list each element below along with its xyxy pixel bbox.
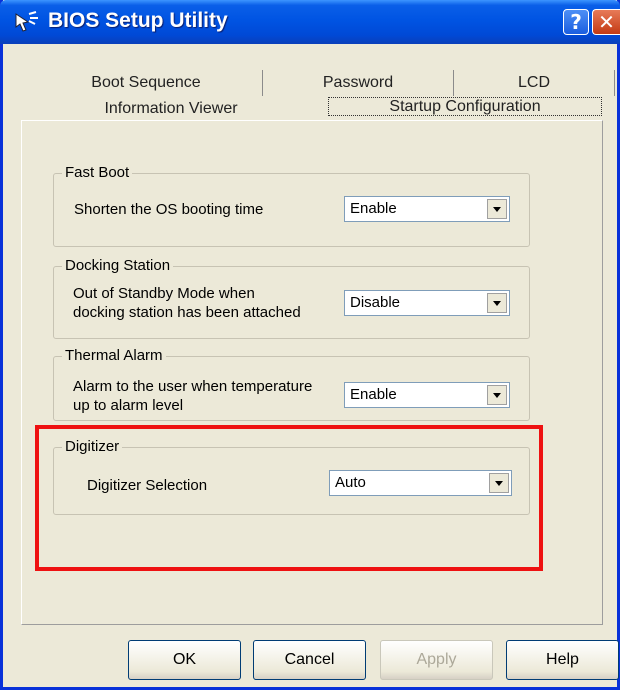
- pointer-icon: [14, 10, 40, 34]
- chevron-down-icon[interactable]: [487, 293, 507, 313]
- tab-startup-configuration-label: Startup Configuration: [328, 97, 602, 116]
- title-bar[interactable]: BIOS Setup Utility ? ✕: [0, 0, 620, 44]
- tab-password[interactable]: Password: [263, 70, 454, 96]
- tab-boot-sequence[interactable]: Boot Sequence: [30, 70, 263, 96]
- help-button[interactable]: Help: [506, 640, 619, 680]
- bios-dialog: BIOS Setup Utility ? ✕ Boot Sequence Pas…: [0, 0, 620, 690]
- thermal-label-line2: up to alarm level: [73, 397, 184, 414]
- tab-information-viewer[interactable]: Information Viewer: [30, 96, 312, 122]
- tab-startup-configuration[interactable]: Startup Configuration: [316, 96, 614, 120]
- chevron-down-icon[interactable]: [487, 199, 507, 219]
- fast-boot-select[interactable]: Enable: [344, 196, 510, 222]
- question-icon[interactable]: ?: [563, 9, 589, 35]
- thermal-alarm-title: Thermal Alarm: [62, 347, 166, 365]
- cancel-button[interactable]: Cancel: [253, 640, 366, 680]
- docking-label-line1: Out of Standby Mode when: [73, 285, 255, 302]
- tab-row-front: Information Viewer Startup Configuration: [30, 96, 615, 122]
- window-title: BIOS Setup Utility: [48, 9, 228, 32]
- thermal-value: Enable: [350, 386, 397, 403]
- docking-station-title: Docking Station: [62, 257, 174, 275]
- tab-row-back: Boot Sequence Password LCD: [30, 70, 615, 96]
- ok-button[interactable]: OK: [128, 640, 241, 680]
- tab-lcd[interactable]: LCD: [454, 70, 615, 96]
- thermal-select[interactable]: Enable: [344, 382, 510, 408]
- chevron-down-icon[interactable]: [487, 385, 507, 405]
- fast-boot-title: Fast Boot: [62, 164, 133, 182]
- fast-boot-value: Enable: [350, 200, 397, 217]
- docking-select[interactable]: Disable: [344, 290, 510, 316]
- thermal-label-line1: Alarm to the user when temperature: [73, 378, 313, 395]
- fast-boot-label: Shorten the OS booting time: [74, 201, 264, 218]
- close-icon[interactable]: ✕: [592, 9, 620, 35]
- docking-value: Disable: [350, 294, 401, 311]
- apply-button[interactable]: Apply: [380, 640, 493, 680]
- docking-label-line2: docking station has been attached: [73, 304, 301, 321]
- highlight-box: [35, 425, 543, 571]
